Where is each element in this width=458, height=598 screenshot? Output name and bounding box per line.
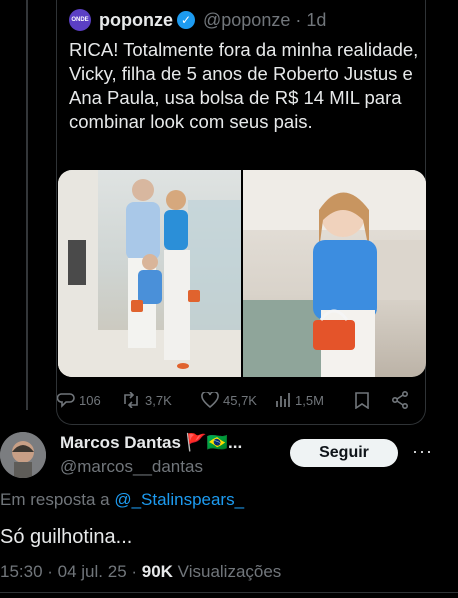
verified-icon: ✓ [177,11,195,29]
avatar-text: ONDE [71,17,89,23]
author-block: Marcos Dantas 🚩🇧🇷... @marcos__dantas [60,433,242,477]
child-photo-illustration [243,170,426,377]
share-icon [391,391,408,409]
reply-handle-link[interactable]: @_Stalinspears_ [114,490,244,509]
child-photo[interactable] [243,170,426,377]
tweet-meta: 15:30 · 04 jul. 25 · 90K Visualizações [0,562,281,582]
repost-icon [124,392,138,408]
reply-count: 106 [79,392,101,408]
quoted-author-handle: @poponze · 1d [203,9,327,30]
divider [0,592,458,593]
more-options-icon[interactable]: ··· [412,441,433,462]
tweet-text: Só guilhotina... [0,526,133,548]
bookmark-icon [355,391,369,409]
views-icon [276,393,290,407]
thread-line [26,0,28,410]
quoted-tweet-header: ONDE poponze ✓ @poponze · 1d [69,8,326,32]
bookmark-action[interactable] [355,391,391,409]
timestamp[interactable]: 15:30 · 04 jul. 25 · [0,562,142,581]
quoted-tweet-actions: 106 3,7K 45,7K 1,5M [57,388,425,412]
author-name-row[interactable]: Marcos Dantas 🚩🇧🇷... [60,433,242,453]
reply-context: Em resposta a @_Stalinspears_ [0,490,244,510]
poponze-avatar[interactable]: ONDE [69,9,91,31]
reply-icon [57,393,75,408]
follow-button[interactable]: Seguir [290,439,398,467]
author-handle[interactable]: @marcos__dantas [60,457,242,477]
views-total: 90K [141,562,173,581]
like-action[interactable]: 45,7K [201,392,275,408]
quoted-tweet-text: RICA! Totalmente fora da minha realidade… [69,39,419,132]
like-icon [201,392,219,408]
repost-count: 3,7K [145,392,172,408]
share-action[interactable] [391,391,413,409]
quoted-author-name[interactable]: poponze [99,10,173,31]
family-photo[interactable] [58,170,241,377]
views-count: 1,5M [295,392,324,408]
media-grid [58,170,426,377]
views-action[interactable]: 1,5M [275,392,355,408]
author-name: Marcos Dantas [60,433,181,452]
views-label: Visualizações [172,562,282,581]
family-photo-illustration [58,170,241,377]
reply-action[interactable]: 106 [57,392,121,408]
author-avatar-image [0,432,46,478]
quoted-tweet-card[interactable]: ONDE poponze ✓ @poponze · 1d RICA! Total… [56,0,426,425]
author-avatar[interactable] [0,432,46,478]
reply-prefix: Em resposta a [0,490,115,509]
author-flags: 🚩🇧🇷... [185,433,243,452]
repost-action[interactable]: 3,7K [121,392,201,408]
like-count: 45,7K [223,392,257,408]
